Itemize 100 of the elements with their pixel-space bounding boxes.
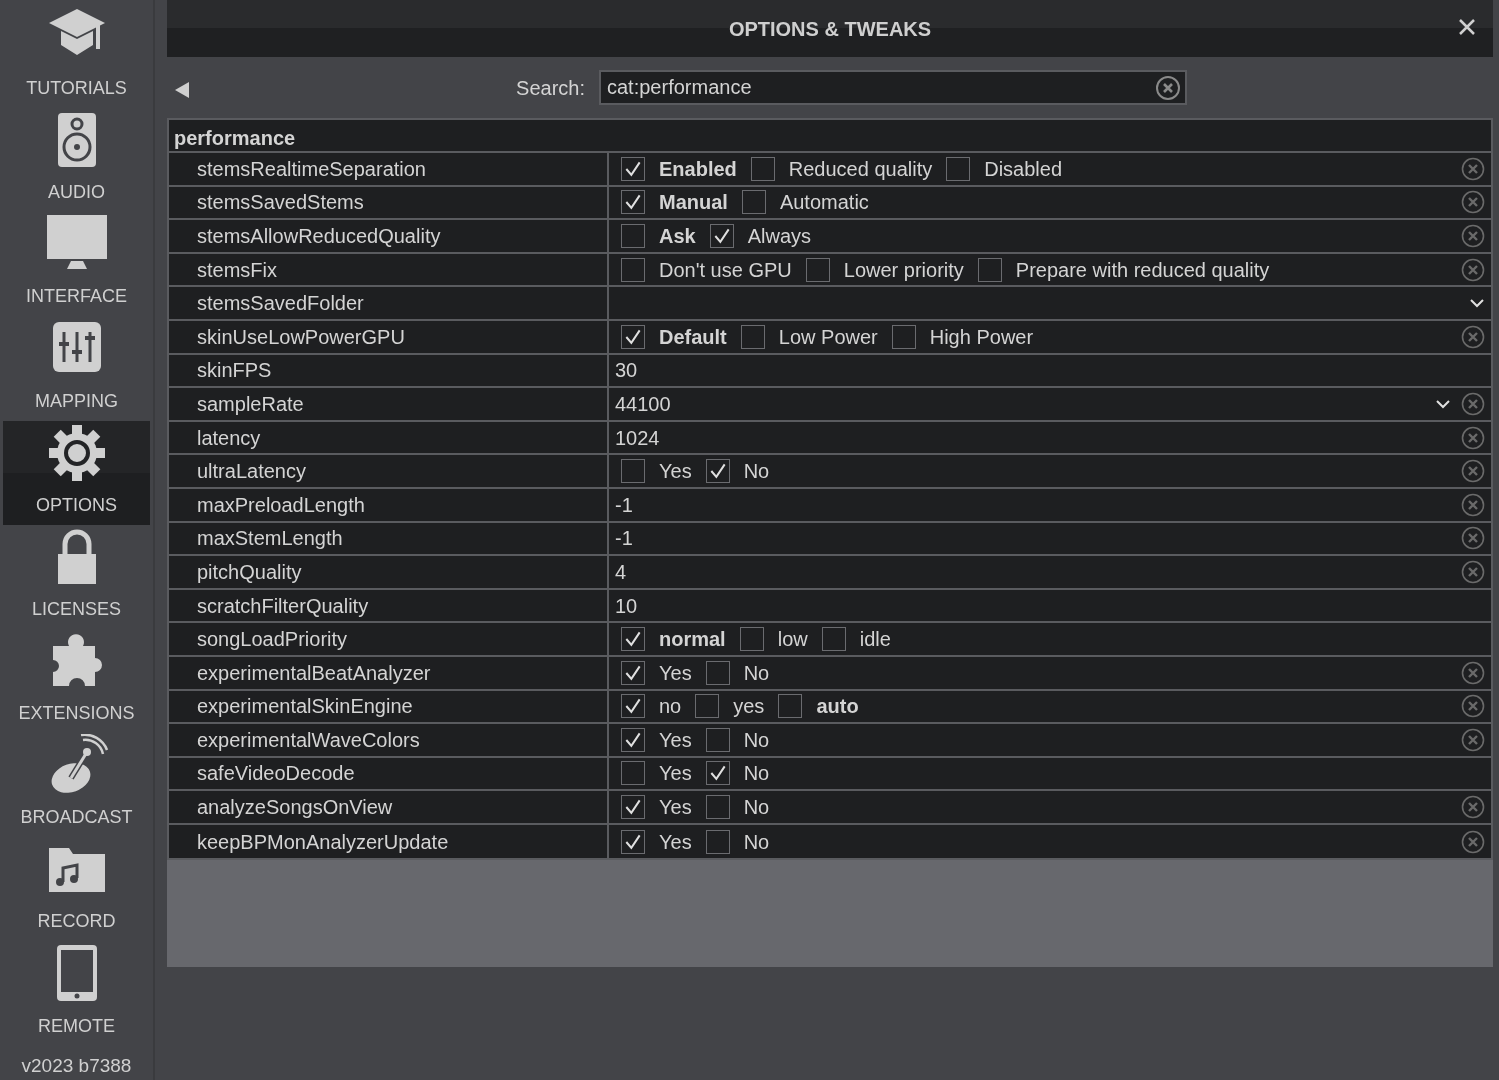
option-name: sampleRate — [169, 388, 609, 420]
option-value[interactable]: 30 — [615, 355, 638, 386]
option-label: No — [743, 660, 770, 686]
sidebar-item[interactable]: MAPPING — [3, 316, 150, 421]
checkbox[interactable] — [621, 727, 645, 752]
checkbox[interactable] — [621, 660, 645, 685]
option-value[interactable]: 4 — [615, 556, 627, 587]
reset-icon[interactable] — [1461, 257, 1485, 282]
option-label: Lower priority — [843, 257, 964, 283]
checkbox[interactable] — [621, 190, 645, 215]
option-label: Yes — [659, 660, 692, 686]
option-name: latency — [169, 421, 609, 454]
checkbox[interactable] — [621, 156, 645, 181]
option-label: High Power — [929, 324, 1034, 350]
option-name: stemsRealtimeSeparation — [169, 153, 609, 185]
sidebar-item[interactable]: OPTIONS — [3, 420, 150, 525]
sidebar-item[interactable]: LICENSES — [3, 524, 150, 629]
reset-icon[interactable] — [1461, 526, 1485, 551]
reset-icon[interactable] — [1461, 425, 1485, 450]
checkbox[interactable] — [621, 829, 645, 854]
sidebar-item[interactable]: REMOTE — [3, 941, 150, 1046]
reset-icon[interactable] — [1461, 492, 1485, 517]
reset-icon[interactable] — [1461, 391, 1485, 416]
checkbox[interactable] — [891, 324, 916, 349]
option-label: Manual — [659, 190, 728, 216]
version-label: v2023 b7388 — [20, 1053, 133, 1078]
checkbox[interactable] — [739, 627, 764, 652]
search-label: Search: — [516, 75, 585, 101]
option-value[interactable]: 10 — [615, 590, 638, 621]
option-value[interactable]: -1 — [615, 523, 633, 554]
reset-icon[interactable] — [1461, 324, 1485, 349]
option-name: keepBPMonAnalyzerUpdate — [169, 824, 609, 859]
checkbox[interactable] — [621, 627, 645, 652]
sidebar-item[interactable]: BROADCAST — [3, 733, 150, 838]
checkbox[interactable] — [805, 257, 830, 282]
option-label: idle — [859, 627, 891, 653]
option-name: safeVideoDecode — [169, 757, 609, 790]
checkbox[interactable] — [705, 660, 730, 685]
checkbox[interactable] — [621, 224, 645, 248]
checkbox[interactable] — [778, 694, 803, 719]
option-name: scratchFilterQuality — [169, 589, 609, 622]
sidebar-item[interactable]: TUTORIALS — [3, 4, 150, 109]
reset-icon[interactable] — [1461, 694, 1485, 719]
option-value[interactable]: 1024 — [615, 422, 660, 453]
checkbox[interactable] — [750, 156, 775, 181]
checkbox[interactable] — [946, 156, 971, 181]
clear-icon[interactable] — [1155, 74, 1181, 101]
option-label: Enabled — [659, 156, 737, 182]
option-label: Ask — [659, 224, 696, 249]
option-label: Always — [747, 224, 812, 249]
option-name: stemsSavedFolder — [169, 287, 609, 319]
checkbox[interactable] — [705, 795, 730, 820]
chevron-down-icon[interactable] — [1469, 298, 1485, 309]
checkbox[interactable] — [705, 727, 730, 752]
sidebar-item[interactable]: INTERFACE — [3, 212, 150, 317]
option-label: low — [777, 627, 808, 653]
reset-icon[interactable] — [1461, 727, 1485, 752]
option-label: Yes — [659, 795, 692, 821]
checkbox[interactable] — [709, 224, 734, 248]
sidebar-item[interactable]: RECORD — [3, 837, 150, 942]
option-label: No — [743, 795, 770, 821]
option-label: Automatic — [779, 190, 869, 216]
checkbox[interactable] — [621, 257, 645, 282]
option-name: maxStemLength — [169, 522, 609, 555]
option-name: experimentalWaveColors — [169, 724, 609, 756]
reset-icon[interactable] — [1461, 224, 1485, 248]
search-field[interactable]: cat:performance — [599, 70, 1187, 105]
reset-icon[interactable] — [1461, 559, 1485, 584]
checkbox[interactable] — [705, 459, 730, 484]
checkbox[interactable] — [821, 627, 846, 652]
option-label: normal — [659, 627, 726, 653]
checkbox[interactable] — [977, 257, 1002, 282]
reset-icon[interactable] — [1461, 660, 1485, 685]
option-label: No — [743, 829, 770, 855]
option-name: songLoadPriority — [169, 623, 609, 655]
checkbox[interactable] — [621, 459, 645, 484]
checkbox[interactable] — [705, 829, 730, 854]
option-label: Don't use GPU — [659, 257, 792, 283]
checkbox[interactable] — [621, 795, 645, 820]
option-value[interactable]: -1 — [615, 489, 633, 520]
checkbox[interactable] — [695, 694, 720, 719]
reset-icon[interactable] — [1461, 156, 1485, 181]
checkbox[interactable] — [621, 324, 645, 349]
reset-icon[interactable] — [1461, 459, 1485, 484]
checkbox[interactable] — [740, 324, 765, 349]
chevron-down-icon[interactable] — [1435, 398, 1451, 409]
checkbox[interactable] — [621, 761, 645, 786]
reset-icon[interactable] — [1461, 795, 1485, 820]
option-label: Prepare with reduced quality — [1015, 257, 1270, 283]
sidebar-item[interactable]: AUDIO — [3, 108, 150, 213]
sidebar-item[interactable]: EXTENSIONS — [3, 628, 150, 734]
checkbox[interactable] — [705, 761, 730, 786]
option-name: maxPreloadLength — [169, 488, 609, 521]
checkbox[interactable] — [741, 190, 766, 215]
checkbox[interactable] — [621, 694, 645, 719]
reset-icon[interactable] — [1461, 829, 1485, 854]
option-label: No — [743, 727, 770, 753]
option-value[interactable]: 44100 — [615, 388, 671, 419]
reset-icon[interactable] — [1461, 190, 1485, 215]
option-label: Reduced quality — [788, 156, 933, 182]
